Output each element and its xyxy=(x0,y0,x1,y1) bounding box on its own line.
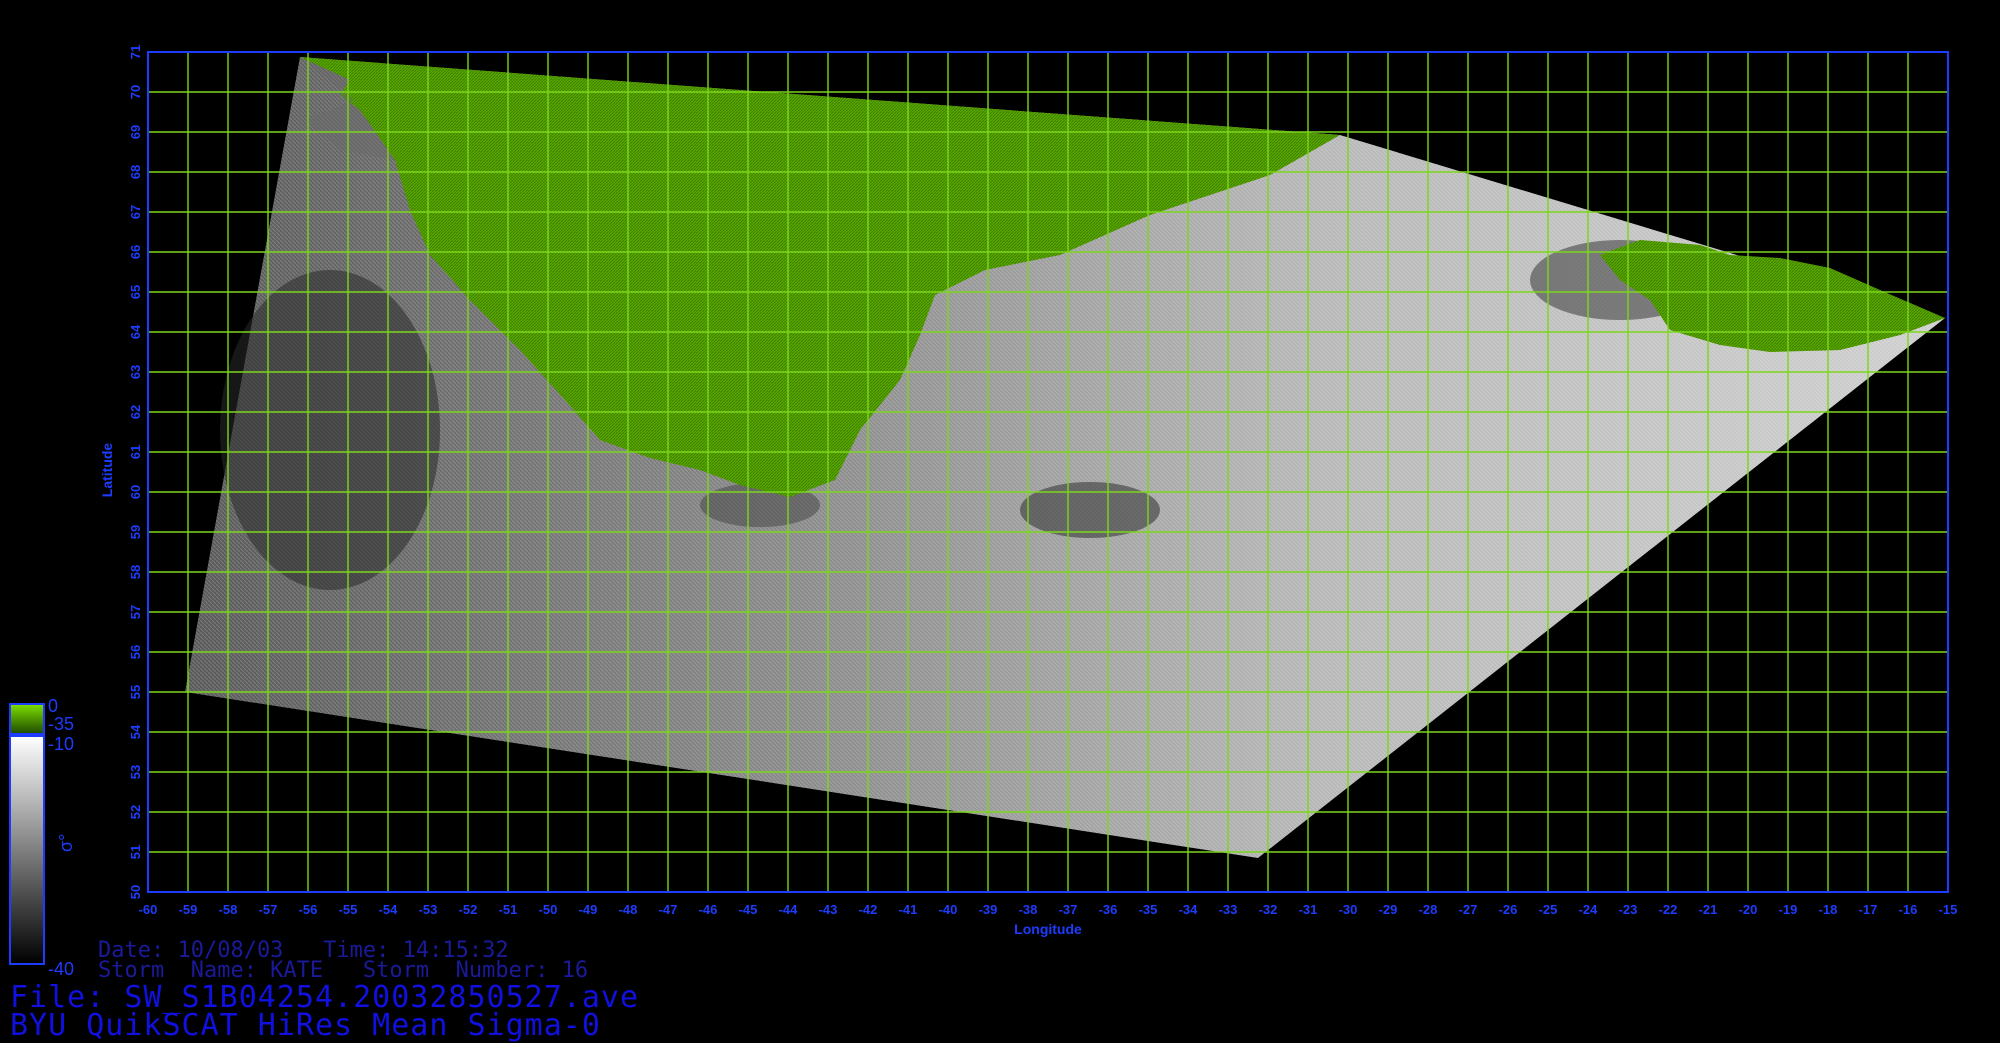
longitude-tick-label: -32 xyxy=(1259,902,1278,917)
latitude-tick-label: 57 xyxy=(128,605,143,619)
dark-feature-center xyxy=(1020,482,1160,538)
longitude-tick-label: -45 xyxy=(739,902,758,917)
longitude-tick-label: -35 xyxy=(1139,902,1158,917)
longitude-tick-label: -33 xyxy=(1219,902,1238,917)
latitude-tick-label: 58 xyxy=(128,565,143,579)
sigma0-map: -60 -59 -58 -57 -56 -55 -54 -53 -52 -51 -50 -49 -48 -… xyxy=(9,45,1958,979)
longitude-tick-label: -36 xyxy=(1099,902,1118,917)
longitude-tick-label: -43 xyxy=(819,902,838,917)
longitude-tick-label: -17 xyxy=(1859,902,1878,917)
longitude-tick-label: -26 xyxy=(1499,902,1518,917)
latitude-tick-label: 68 xyxy=(128,165,143,179)
latitude-tick-label: 54 xyxy=(128,724,143,739)
latitude-tick-label: 62 xyxy=(128,405,143,419)
latitude-tick-label: 63 xyxy=(128,365,143,379)
longitude-tick-label: -56 xyxy=(299,902,318,917)
longitude-tick-label: -41 xyxy=(899,902,918,917)
longitude-tick-label: -58 xyxy=(219,902,238,917)
latitude-tick-label: 69 xyxy=(128,125,143,139)
latitude-tick-label: 55 xyxy=(128,685,143,699)
longitude-tick-label: -55 xyxy=(339,902,358,917)
longitude-tick-label: -37 xyxy=(1059,902,1078,917)
longitude-tick-label: -21 xyxy=(1699,902,1718,917)
latitude-tick-label: 53 xyxy=(128,765,143,779)
longitude-tick-label: -59 xyxy=(179,902,198,917)
colorbar-land-bottom: -35 xyxy=(48,714,74,734)
longitude-tick-label: -54 xyxy=(379,902,399,917)
latitude-tick-label: 71 xyxy=(128,45,143,59)
latitude-tick-label: 51 xyxy=(128,845,143,859)
latitude-tick-label: 66 xyxy=(128,245,143,259)
longitude-tick-label: -19 xyxy=(1779,902,1798,917)
longitude-tick-label: -39 xyxy=(979,902,998,917)
latitude-tick-label: 61 xyxy=(128,445,143,459)
latitude-tick-label: 50 xyxy=(128,885,143,899)
colorbar-sea-bottom: -40 xyxy=(48,959,74,979)
longitude-tick-label: -34 xyxy=(1179,902,1199,917)
longitude-tick-label: -52 xyxy=(459,902,478,917)
latitude-tick-label: 70 xyxy=(128,85,143,99)
longitude-tick-label: -20 xyxy=(1739,902,1758,917)
longitude-tick-label: -46 xyxy=(699,902,718,917)
longitude-tick-label: -50 xyxy=(539,902,558,917)
longitude-tick-label: -27 xyxy=(1459,902,1478,917)
colorbar-land-top: 0 xyxy=(48,696,58,716)
longitude-tick-labels: -60 -59 -58 -57 -56 -55 -54 -53 -52 -51 -50 -49 -48 -… xyxy=(139,902,1958,917)
longitude-tick-label: -44 xyxy=(779,902,799,917)
longitude-tick-label: -23 xyxy=(1619,902,1638,917)
longitude-tick-label: -22 xyxy=(1659,902,1678,917)
latitude-tick-label: 60 xyxy=(128,485,143,499)
latitude-tick-label: 64 xyxy=(128,324,143,339)
longitude-tick-label: -15 xyxy=(1939,902,1958,917)
longitude-tick-label: -40 xyxy=(939,902,958,917)
longitude-tick-label: -51 xyxy=(499,902,518,917)
colorbar: 0 -35 -10 σ° -40 xyxy=(9,696,76,979)
longitude-tick-label: -48 xyxy=(619,902,638,917)
longitude-tick-label: -24 xyxy=(1579,902,1599,917)
dark-feature-west xyxy=(220,270,440,590)
longitude-tick-label: -16 xyxy=(1899,902,1918,917)
colorbar-sea-swatch xyxy=(9,735,45,965)
colorbar-sea-top: -10 xyxy=(48,734,74,754)
longitude-tick-label: -60 xyxy=(139,902,158,917)
longitude-tick-label: -29 xyxy=(1379,902,1398,917)
colorbar-land-swatch xyxy=(9,703,45,735)
longitude-tick-label: -31 xyxy=(1299,902,1318,917)
longitude-tick-label: -28 xyxy=(1419,902,1438,917)
longitude-tick-label: -53 xyxy=(419,902,438,917)
longitude-tick-label: -42 xyxy=(859,902,878,917)
latitude-tick-labels: 71 70 69 68 67 66 65 64 63 62 61 60 59 58 57 56 55 54 53 52… xyxy=(128,45,143,899)
longitude-tick-label: -49 xyxy=(579,902,598,917)
y-axis-label: Latitude xyxy=(99,443,115,498)
longitude-tick-label: -18 xyxy=(1819,902,1838,917)
colorbar-symbol: σ° xyxy=(56,834,76,852)
longitude-tick-label: -38 xyxy=(1019,902,1038,917)
longitude-tick-label: -47 xyxy=(659,902,678,917)
latitude-tick-label: 65 xyxy=(128,285,143,299)
latitude-tick-label: 56 xyxy=(128,645,143,659)
product-title-line: BYU QuikSCAT HiRes Mean Sigma-0 xyxy=(10,1008,601,1043)
x-axis-label: Longitude xyxy=(1014,921,1082,937)
latitude-tick-label: 52 xyxy=(128,805,143,819)
longitude-tick-label: -57 xyxy=(259,902,278,917)
longitude-tick-label: -30 xyxy=(1339,902,1358,917)
latitude-tick-label: 59 xyxy=(128,525,143,539)
latitude-tick-label: 67 xyxy=(128,205,143,219)
longitude-tick-label: -25 xyxy=(1539,902,1558,917)
